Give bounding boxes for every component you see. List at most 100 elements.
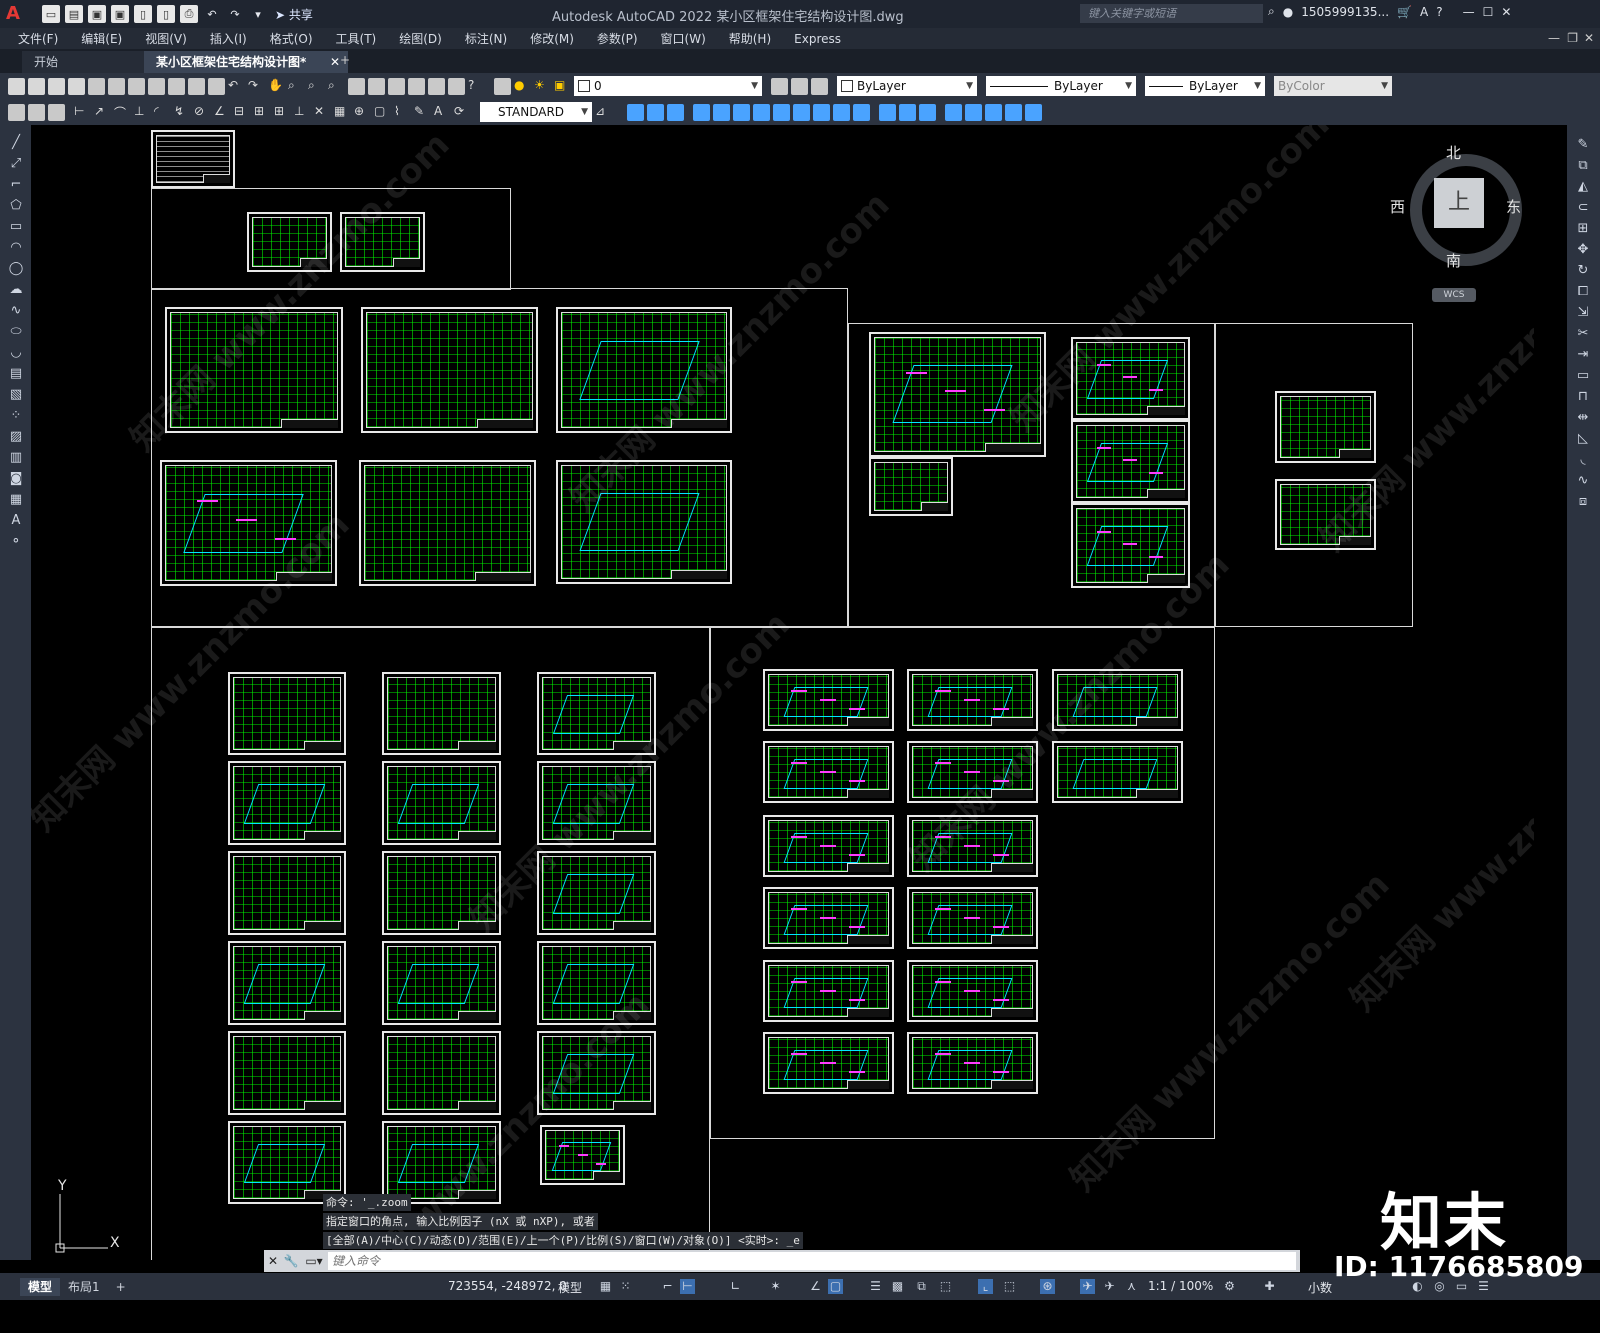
modify-offset-icon[interactable] bbox=[667, 103, 684, 121]
drawing-sheet[interactable] bbox=[869, 457, 953, 516]
doc-restore-button[interactable]: ❐ bbox=[1567, 31, 1578, 45]
infer-constraints-icon[interactable]: ⌐ bbox=[660, 1279, 675, 1294]
layer-state-icon[interactable] bbox=[811, 77, 828, 95]
menu-dimension[interactable]: 标注(N) bbox=[465, 30, 507, 47]
drawing-sheet[interactable] bbox=[907, 1032, 1038, 1094]
user-name[interactable]: 1505999135... bbox=[1301, 5, 1389, 19]
menu-edit[interactable]: 编辑(E) bbox=[81, 30, 122, 47]
drawing-sheet[interactable] bbox=[907, 887, 1038, 949]
modify-trim-icon[interactable] bbox=[793, 103, 810, 121]
print-icon[interactable] bbox=[68, 77, 85, 95]
sheet-set-icon[interactable] bbox=[408, 77, 425, 95]
extend-icon[interactable]: ⇥ bbox=[1575, 347, 1591, 363]
quick-dimension-icon[interactable]: ⊟ bbox=[234, 104, 251, 121]
modify-break-icon[interactable] bbox=[833, 103, 850, 121]
menu-help[interactable]: 帮助(H) bbox=[729, 30, 771, 47]
drawing-sheet[interactable] bbox=[228, 672, 346, 755]
close-tab-icon[interactable]: ✕ bbox=[330, 51, 340, 73]
auto-scale-icon[interactable]: ✈ bbox=[1102, 1279, 1117, 1294]
modify-scale-icon[interactable] bbox=[753, 103, 770, 121]
user-icon[interactable]: ● bbox=[1283, 5, 1293, 19]
drawing-sheet[interactable] bbox=[763, 815, 894, 877]
rectangle-icon[interactable]: ▭ bbox=[8, 219, 24, 235]
modify-explode-icon[interactable] bbox=[919, 103, 936, 121]
menu-view[interactable]: 视图(V) bbox=[145, 30, 187, 47]
layer-thaw-icon[interactable]: ☀ bbox=[534, 78, 551, 95]
drawing-sheet[interactable] bbox=[1071, 420, 1190, 503]
insert-block-side-icon[interactable]: ▤ bbox=[8, 366, 24, 382]
modify-extend-icon[interactable] bbox=[813, 103, 830, 121]
drawing-sheet[interactable] bbox=[907, 669, 1038, 731]
plot-icon[interactable]: ⎙ bbox=[180, 5, 198, 23]
linetype-dropdown[interactable]: ByLayer ▼ bbox=[986, 76, 1136, 96]
tolerance-icon[interactable]: ▦ bbox=[334, 104, 351, 121]
ellipse-arc-icon[interactable]: ◡ bbox=[8, 345, 24, 361]
menu-express[interactable]: Express bbox=[794, 32, 841, 46]
drawing-sheet[interactable] bbox=[228, 761, 346, 845]
match-properties-icon[interactable] bbox=[208, 77, 225, 95]
layer-properties-icon[interactable] bbox=[494, 77, 511, 95]
open-icon[interactable]: ▤ bbox=[65, 5, 83, 23]
snap-icon[interactable]: ⁙ bbox=[618, 1279, 633, 1294]
inspection-icon[interactable]: ▢ bbox=[374, 104, 391, 121]
modify-copy-icon[interactable] bbox=[627, 103, 644, 121]
model-space-toggle[interactable]: 模型 bbox=[558, 1279, 582, 1296]
drawing-sheet[interactable] bbox=[763, 741, 894, 803]
workspace-gear-icon[interactable]: ⚙ bbox=[1222, 1279, 1237, 1294]
selection-cycling-icon[interactable]: ⧉ bbox=[914, 1279, 929, 1294]
modify-array-icon[interactable] bbox=[693, 103, 710, 121]
menu-insert[interactable]: 插入(I) bbox=[210, 30, 247, 47]
annotation-monitor-icon[interactable]: ✚ bbox=[1262, 1279, 1277, 1294]
dimension-style-icon[interactable]: ⊿ bbox=[595, 104, 612, 121]
lineweight-dropdown[interactable]: ByLayer ▼ bbox=[1145, 76, 1265, 96]
paste-icon[interactable] bbox=[188, 77, 205, 95]
ordinate-icon[interactable]: ⊥ bbox=[134, 104, 151, 121]
continue-icon[interactable]: ⊞ bbox=[274, 104, 291, 121]
color-dropdown[interactable]: ByLayer ▼ bbox=[837, 76, 977, 96]
drawing-sheet[interactable] bbox=[907, 960, 1038, 1022]
aligned-dimension-icon[interactable]: ↗ bbox=[94, 104, 111, 121]
dimension-update-icon[interactable]: ⟳ bbox=[454, 104, 471, 121]
center-mark-icon[interactable]: ⊕ bbox=[354, 104, 371, 121]
close-command-line-icon[interactable]: ✕ bbox=[264, 1254, 282, 1268]
layer-walk-icon[interactable] bbox=[48, 103, 65, 121]
save-web-icon[interactable]: ▯ bbox=[157, 5, 175, 23]
customize-icon[interactable]: 🔧 bbox=[282, 1254, 300, 1268]
jogged-icon[interactable]: ↯ bbox=[174, 104, 191, 121]
linear-dimension-icon[interactable]: ⊢ bbox=[74, 104, 91, 121]
rotate-icon[interactable]: ↻ bbox=[1575, 263, 1591, 279]
send-back-icon[interactable] bbox=[985, 103, 1002, 121]
dimension-space-icon[interactable]: ⊥ bbox=[294, 104, 311, 121]
drawing-sheet[interactable] bbox=[1052, 741, 1183, 803]
offset-icon[interactable]: ⊂ bbox=[1575, 200, 1591, 216]
copy-icon[interactable] bbox=[168, 77, 185, 95]
drawing-sheet[interactable] bbox=[228, 851, 346, 935]
angular-icon[interactable]: ∠ bbox=[214, 104, 231, 121]
tab-drawing[interactable]: 某小区框架住宅结构设计图* ✕ bbox=[144, 51, 348, 73]
join-icon[interactable]: ⇹ bbox=[1575, 410, 1591, 426]
compass-north[interactable]: 北 bbox=[1446, 142, 1461, 163]
3d-osnap-icon[interactable]: ⬚ bbox=[938, 1279, 953, 1294]
modify-move-icon[interactable] bbox=[713, 103, 730, 121]
drawing-sheet[interactable] bbox=[382, 672, 501, 755]
move-icon[interactable]: ✥ bbox=[1575, 242, 1591, 258]
close-window-button[interactable]: ✕ bbox=[1501, 5, 1511, 19]
menu-parametric[interactable]: 参数(P) bbox=[597, 30, 638, 47]
help-icon[interactable]: ? bbox=[1436, 5, 1442, 19]
new-tab-button[interactable]: + bbox=[340, 53, 350, 67]
layer-dropdown[interactable]: 0 ▼ bbox=[574, 76, 762, 96]
layer-on-icon[interactable]: ● bbox=[514, 78, 531, 95]
model-tab[interactable]: 模型 bbox=[20, 1277, 61, 1296]
grid-icon[interactable]: ▦ bbox=[598, 1279, 613, 1294]
ortho-icon[interactable]: ∟ bbox=[728, 1279, 743, 1294]
tab-start[interactable]: 开始 bbox=[22, 51, 160, 73]
cut-icon[interactable] bbox=[148, 77, 165, 95]
minimize-button[interactable]: — bbox=[1463, 5, 1475, 19]
break-at-point-icon[interactable]: ▭ bbox=[1575, 368, 1591, 384]
break-icon[interactable]: ⊓ bbox=[1575, 389, 1591, 405]
dimension-edit-icon[interactable]: ✎ bbox=[414, 104, 431, 121]
modify-fillet-icon[interactable] bbox=[899, 103, 916, 121]
viewcube[interactable]: 上 北 南 西 东 bbox=[1390, 140, 1526, 270]
dynamic-input-icon[interactable]: ⊢ bbox=[680, 1279, 695, 1294]
arc-length-icon[interactable]: ⌒ bbox=[114, 104, 131, 121]
